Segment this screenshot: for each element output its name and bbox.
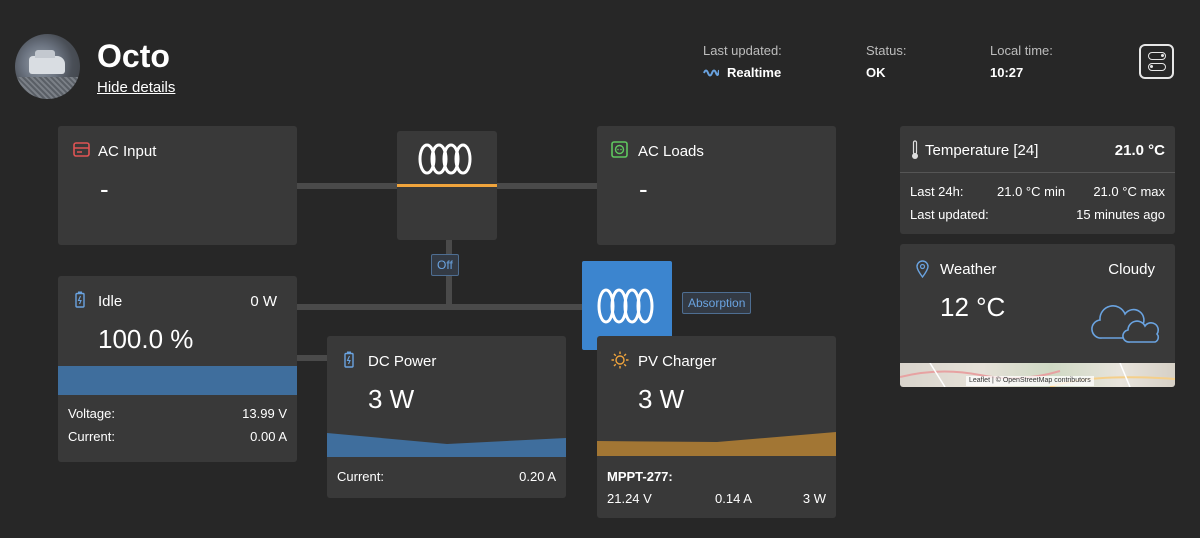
battery-current-label: Current: bbox=[68, 429, 115, 444]
inverter-state-bar bbox=[397, 184, 497, 187]
victron-logo-icon bbox=[597, 288, 654, 323]
pv-charger-value: 3 W bbox=[638, 384, 685, 414]
dc-current-value: 0.20 A bbox=[519, 469, 556, 484]
pv-sparkline bbox=[597, 432, 836, 456]
battery-power: 0 W bbox=[250, 293, 277, 310]
pv-charger-card[interactable]: PV Charger 3 W MPPT-277: 21.24 V 0.14 A … bbox=[597, 336, 836, 518]
map-attribution: Leaflet | © OpenStreetMap contributors bbox=[966, 376, 1094, 386]
realtime-wave-icon bbox=[703, 69, 719, 77]
dc-battery-icon bbox=[344, 351, 354, 368]
temperature-max: 21.0 °C max bbox=[1093, 184, 1165, 199]
inverter-state-badge: Off bbox=[431, 254, 459, 276]
ac-input-icon bbox=[73, 142, 90, 157]
battery-voltage-label: Voltage: bbox=[68, 406, 115, 421]
connector-acin-inverter bbox=[297, 183, 397, 189]
ac-input-value: - bbox=[100, 174, 109, 204]
battery-soc: 100.0 % bbox=[98, 324, 194, 354]
thermometer-icon bbox=[912, 140, 918, 159]
last-updated-value: Realtime bbox=[727, 65, 782, 80]
ac-input-title: AC Input bbox=[98, 143, 157, 160]
pv-charger-title: PV Charger bbox=[638, 353, 717, 370]
mppt-device-name: MPPT-277: bbox=[607, 469, 673, 484]
dc-current-label: Current: bbox=[337, 469, 384, 484]
temperature-min: 21.0 °C min bbox=[997, 184, 1066, 199]
pv-power: 3 W bbox=[802, 491, 826, 506]
weather-condition: Cloudy bbox=[1108, 261, 1155, 278]
weather-title: Weather bbox=[940, 261, 997, 278]
ac-loads-value: - bbox=[639, 174, 648, 204]
inverter-card[interactable] bbox=[397, 131, 497, 240]
dc-power-title: DC Power bbox=[368, 353, 437, 370]
weather-map[interactable]: Leaflet | © OpenStreetMap contributors bbox=[900, 363, 1175, 387]
site-avatar bbox=[15, 34, 80, 99]
hide-details-link[interactable]: Hide details bbox=[97, 79, 175, 96]
temperature-last24-label: Last 24h: bbox=[910, 184, 964, 199]
status-value: OK bbox=[866, 65, 886, 80]
dc-power-sparkline bbox=[327, 433, 566, 457]
battery-voltage-value: 13.99 V bbox=[242, 406, 287, 421]
ac-loads-icon bbox=[611, 141, 628, 158]
victron-logo-icon bbox=[418, 143, 472, 175]
temperature-updated-value: 15 minutes ago bbox=[1076, 207, 1165, 222]
battery-state-title: Idle bbox=[98, 293, 123, 310]
battery-current-value: 0.00 A bbox=[250, 429, 287, 444]
connector-inverter-acloads bbox=[497, 183, 597, 189]
page-title: Octo bbox=[97, 38, 170, 74]
pv-voltage: 21.24 V bbox=[607, 491, 652, 506]
local-time-label: Local time: bbox=[990, 43, 1053, 58]
status-label: Status: bbox=[866, 43, 907, 58]
toggle-icon bbox=[1147, 52, 1166, 60]
temperature-value: 21.0 °C bbox=[1114, 142, 1165, 159]
cloud-icon bbox=[1091, 305, 1160, 343]
battery-soc-bar bbox=[58, 366, 297, 395]
temperature-updated-label: Last updated: bbox=[910, 207, 989, 222]
last-updated-label: Last updated: bbox=[703, 43, 782, 58]
battery-icon bbox=[75, 291, 85, 308]
settings-toggle-button[interactable] bbox=[1139, 44, 1174, 79]
dc-power-card[interactable]: DC Power 3 W Current: 0.20 A bbox=[327, 336, 566, 498]
connector-battery-dcpower bbox=[297, 355, 327, 361]
pv-current: 0.14 A bbox=[715, 491, 752, 506]
sun-icon bbox=[611, 351, 629, 369]
weather-temp: 12 °C bbox=[940, 292, 1006, 322]
local-time-value: 10:27 bbox=[990, 65, 1024, 80]
weather-card[interactable]: Weather Cloudy 12 °C Leaflet | © OpenStr… bbox=[900, 244, 1175, 387]
dc-power-value: 3 W bbox=[368, 384, 415, 414]
battery-card[interactable]: Idle 0 W 100.0 % Voltage: 13.99 V Curren… bbox=[58, 276, 297, 462]
ac-loads-card[interactable]: AC Loads - bbox=[597, 126, 836, 245]
location-pin-icon bbox=[916, 260, 929, 278]
temperature-title: Temperature [24] bbox=[925, 142, 1039, 159]
ac-loads-title: AC Loads bbox=[638, 143, 704, 160]
connector-dcbus bbox=[297, 304, 582, 310]
ac-input-card[interactable]: AC Input - bbox=[58, 126, 297, 245]
temperature-card[interactable]: Temperature [24] 21.0 °C Last 24h: 21.0 … bbox=[900, 126, 1175, 234]
mppt-state-badge: Absorption bbox=[682, 292, 752, 314]
